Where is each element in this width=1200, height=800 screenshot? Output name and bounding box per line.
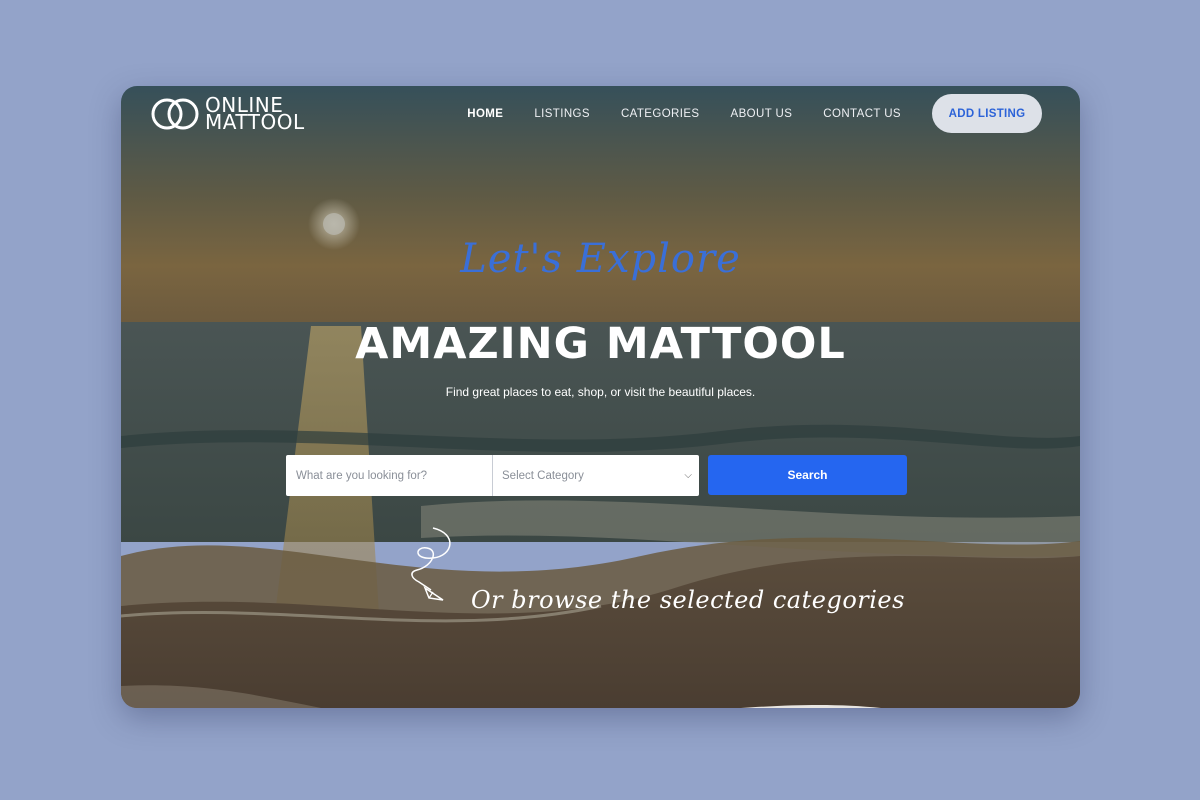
search-input[interactable] [286,455,493,496]
chevron-down-icon: ⌵ [684,470,692,481]
hero-subtitle: Find great places to eat, shop, or visit… [445,385,756,399]
add-listing-button[interactable]: ADD LISTING [932,94,1042,133]
search-bar: Select Category ⌵ Search [286,455,907,496]
nav-contact-us[interactable]: CONTACT US [823,108,901,120]
category-select-value: Select Category [502,469,584,482]
hero-script-heading: Let's Explore [460,236,741,282]
hero-title: AMAZING MATTOOL [355,319,846,369]
nav-listings[interactable]: LISTINGS [534,108,590,120]
nav-about-us[interactable]: ABOUT US [731,108,793,120]
brand-line-2: MATTOOL [205,110,305,134]
browse-categories-text: Or browse the selected categories [471,586,905,614]
browser-frame: ONLINE MATTOOL HOME LISTINGS CATEGORIES … [121,86,1080,708]
nav-home[interactable]: HOME [467,108,503,120]
category-select[interactable]: Select Category ⌵ [493,455,699,496]
brand-name: ONLINE MATTOOL [205,95,305,134]
rings-logo-icon [151,98,199,130]
paper-plane-arrow-icon [411,527,451,601]
brand-logo[interactable]: ONLINE MATTOOL [151,94,305,134]
nav-categories[interactable]: CATEGORIES [621,108,700,120]
main-navigation: HOME LISTINGS CATEGORIES ABOUT US CONTAC… [467,94,1042,133]
search-button[interactable]: Search [708,455,907,495]
